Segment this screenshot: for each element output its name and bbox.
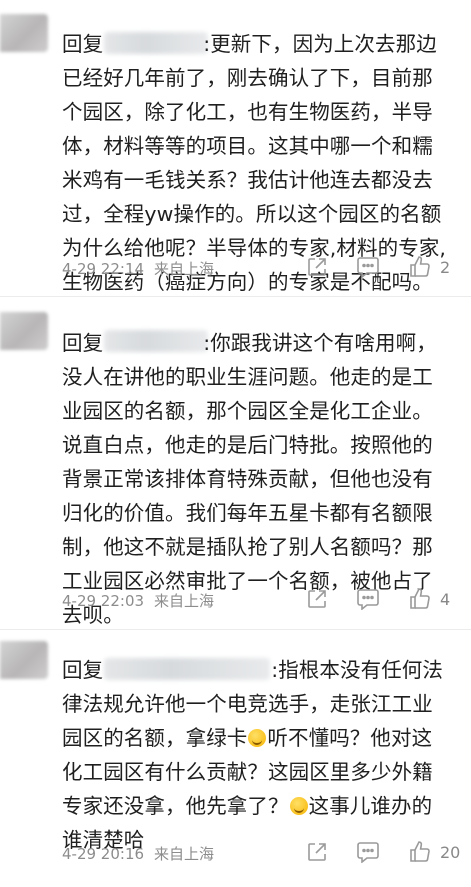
- comment-icon: [357, 257, 379, 278]
- comment-line: 背景正常该排体育特殊贡献，但他也没有: [62, 467, 433, 491]
- location: 来自上海: [154, 260, 215, 278]
- comment-meta: 4-29 20:16 来自上海: [62, 843, 214, 864]
- timestamp: 4-29 20:16: [62, 845, 145, 863]
- like-button[interactable]: 2: [380, 255, 450, 279]
- comment-card: 回复:你跟我讲这个有啥用啊， 没人在讲他的职业生涯问题。他走的是工 业园区的名额…: [0, 296, 471, 629]
- comment-line: 归化的价值。我们每年五星卡都有名额限: [62, 501, 433, 525]
- location: 来自上海: [154, 592, 215, 610]
- comment-line: 园区的名额，拿绿卡 听不懂吗？他对这: [62, 726, 433, 750]
- comment-card: 回复:指根本没有任何法 律法规允许他一个电竞选手，走张江工业 园区的名额，拿绿卡…: [0, 629, 471, 887]
- comment-actions: 20: [306, 840, 460, 864]
- share-button[interactable]: [306, 588, 328, 610]
- comment-line: 专家还没拿，他先拿了？ 这事儿谁办的: [62, 794, 433, 818]
- comment-actions: 4: [306, 587, 450, 611]
- comment-line: 化工园区有什么贡献？这园区里多少外籍: [62, 760, 433, 784]
- like-button[interactable]: 20: [380, 840, 460, 864]
- like-count: 4: [440, 589, 451, 609]
- comment-card: 回复:更新下，因为上次去那边 已经好几年前了，刚去确认了下，目前那 个园区，除了…: [0, 0, 471, 296]
- comment-line: 没人在讲他的职业生涯问题。他走的是工: [62, 365, 433, 389]
- thumbs-up-icon: [410, 841, 430, 862]
- thumbs-up-icon: [410, 588, 430, 609]
- comment-meta: 4-29 22:03 来自上海: [62, 590, 214, 611]
- avatar[interactable]: [0, 312, 48, 350]
- comment-line: 米鸡有一毛钱关系？我估计他连去都没去: [62, 168, 433, 192]
- like-count: 2: [440, 257, 451, 277]
- comment-button[interactable]: [328, 588, 380, 610]
- smile-emoji-icon: [248, 729, 267, 747]
- timestamp: 4-29 22:14: [62, 260, 145, 278]
- location: 来自上海: [154, 845, 215, 863]
- comment-line: 过，全程yw操作的。所以这个园区的名额: [62, 202, 442, 226]
- comment-line: 说直白点，他走的是后门特批。按照他的: [62, 433, 433, 457]
- comment-line: 制，他这不就是插队抢了别人名额吗？那: [62, 535, 433, 559]
- share-icon: [308, 258, 326, 276]
- comment-line: 个园区，除了化工，也有生物医药，半导: [62, 100, 433, 124]
- comment-line: 已经好几年前了，刚去确认了下，目前那: [62, 66, 433, 90]
- like-count: 20: [440, 842, 461, 862]
- comment-text: 回复:指根本没有任何法 律法规允许他一个电竞选手，走张江工业 园区的名额，拿绿卡…: [62, 653, 462, 857]
- comment-meta: 4-29 22:14 来自上海: [62, 258, 214, 279]
- share-icon: [308, 843, 326, 861]
- timestamp: 4-29 22:03: [62, 592, 145, 610]
- share-button[interactable]: [306, 841, 328, 863]
- comment-line: 体，材料等等的项目。这其中哪一个和糯: [62, 134, 433, 158]
- comment-icon: [357, 589, 379, 610]
- comment-icon: [357, 842, 379, 863]
- comment-line: 律法规允许他一个电竞选手，走张江工业: [62, 692, 433, 716]
- comment-actions: 2: [306, 255, 450, 279]
- comment-line: 回复:你跟我讲这个有啥用啊，: [62, 331, 437, 355]
- comment-button[interactable]: [328, 256, 380, 278]
- comment-line: 回复:更新下，因为上次去那边: [62, 32, 437, 56]
- like-button[interactable]: 4: [380, 587, 450, 611]
- comment-button[interactable]: [328, 841, 380, 863]
- comment-line: 回复:指根本没有任何法: [62, 658, 444, 682]
- avatar[interactable]: [0, 641, 48, 679]
- thumbs-up-icon: [410, 256, 430, 277]
- smile-emoji-icon: [289, 797, 308, 815]
- share-button[interactable]: [306, 256, 328, 278]
- avatar[interactable]: [0, 14, 48, 52]
- share-icon: [308, 590, 326, 608]
- comment-line: 业园区的名额，那个园区全是化工企业。: [62, 399, 433, 423]
